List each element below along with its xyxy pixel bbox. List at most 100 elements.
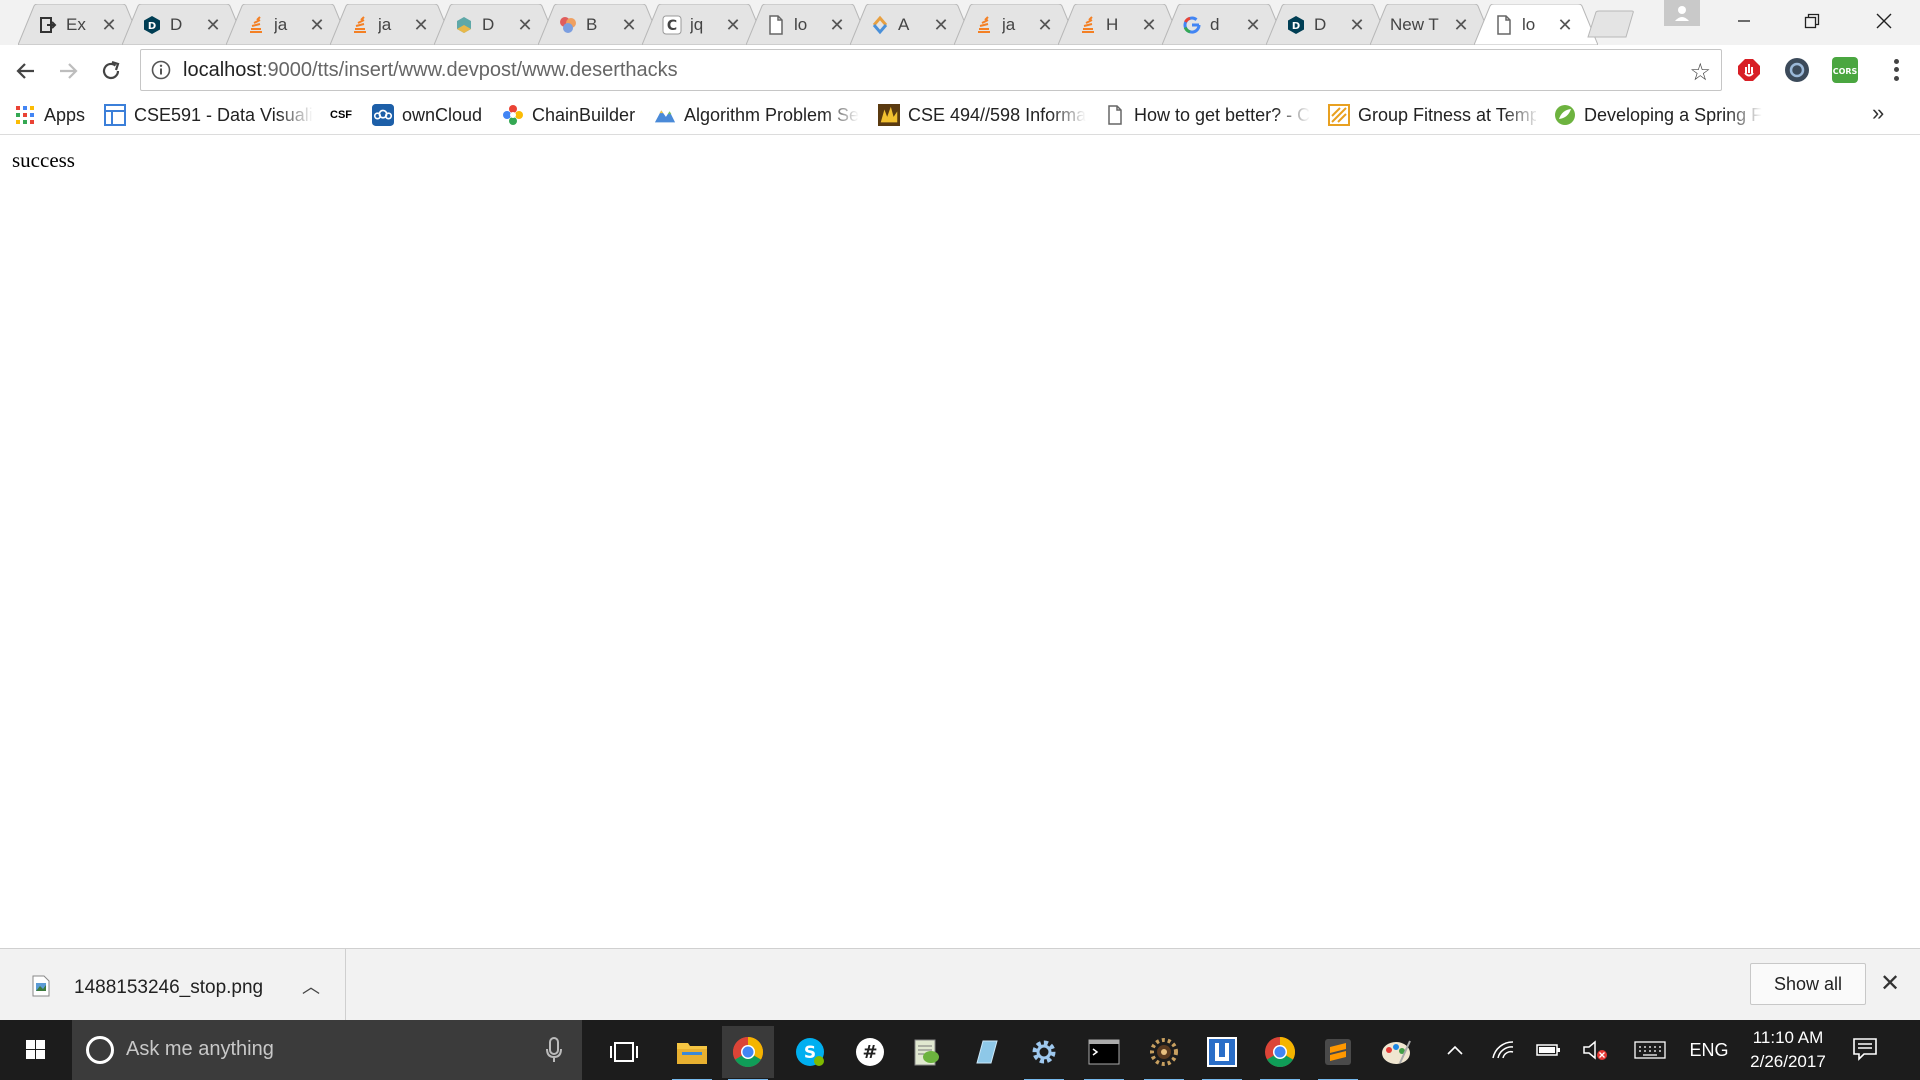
close-tab-icon[interactable]: ✕: [1348, 15, 1366, 36]
action-center-icon[interactable]: [1852, 1036, 1878, 1062]
chrome-secondary-icon[interactable]: [1254, 1026, 1306, 1080]
close-tab-icon[interactable]: ✕: [620, 15, 638, 36]
bookmark-owncloud[interactable]: ownCloud: [372, 101, 482, 129]
cse-icon: [878, 104, 900, 126]
tab-4[interactable]: D ✕: [434, 4, 558, 45]
close-tab-icon[interactable]: ✕: [828, 15, 846, 36]
windows-start-icon[interactable]: [14, 1034, 56, 1066]
devpost-icon: D: [1286, 15, 1306, 35]
blueprint-app-icon[interactable]: [960, 1026, 1012, 1078]
close-tab-icon[interactable]: ✕: [204, 15, 222, 36]
settings-gear-icon[interactable]: [1018, 1026, 1070, 1080]
stackoverflow-icon: [350, 15, 370, 35]
tab-6[interactable]: C jq ✕: [642, 4, 766, 45]
url-path: :9000/tts/insert/www.devpost/www.deserth…: [261, 59, 678, 81]
terminal-icon[interactable]: [1078, 1026, 1130, 1080]
tab-7[interactable]: lo ✕: [746, 4, 870, 45]
new-tab-button[interactable]: [1586, 10, 1636, 38]
battery-icon[interactable]: [1534, 1036, 1564, 1064]
cortana-icon: [86, 1036, 114, 1064]
bookmark-cse591[interactable]: CSE591 - Data Visuali: [104, 101, 314, 129]
volume-muted-icon[interactable]: [1580, 1036, 1610, 1064]
cors-extension-icon[interactable]: CORS: [1832, 57, 1858, 83]
cortana-search-box[interactable]: Ask me anything: [72, 1020, 582, 1080]
wifi-icon[interactable]: [1488, 1036, 1518, 1064]
minimize-button[interactable]: [1710, 0, 1778, 42]
forward-arrow-icon: [60, 63, 78, 79]
tab-0[interactable]: Ex ✕: [18, 4, 142, 45]
paint-icon[interactable]: [1370, 1026, 1422, 1078]
bookmark-group-fitness[interactable]: Group Fitness at Temp: [1328, 101, 1536, 129]
keyboard-icon[interactable]: [1632, 1036, 1668, 1064]
tab-11[interactable]: d ✕: [1162, 4, 1286, 45]
close-tab-icon[interactable]: ✕: [724, 15, 742, 36]
tab-12[interactable]: D D ✕: [1266, 4, 1390, 45]
chrome-menu-button[interactable]: [1884, 57, 1908, 83]
chrome-icon[interactable]: [722, 1026, 774, 1080]
file-explorer-icon[interactable]: [666, 1026, 718, 1080]
tab-14-active[interactable]: lo ✕: [1474, 4, 1598, 45]
tab-2[interactable]: ja ✕: [226, 4, 350, 45]
address-bar[interactable]: localhost:9000/tts/insert/www.devpost/ww…: [140, 49, 1722, 91]
bookmark-algorithm[interactable]: Algorithm Problem Se: [654, 101, 860, 129]
bookmark-developing-spring[interactable]: Developing a Spring F: [1554, 101, 1764, 129]
close-tab-icon[interactable]: ✕: [1556, 15, 1574, 36]
microphone-icon[interactable]: [544, 1036, 564, 1064]
download-item[interactable]: 1488153246_stop.png ︿: [0, 949, 346, 1021]
forward-button[interactable]: [52, 55, 84, 87]
close-window-button[interactable]: [1850, 0, 1918, 42]
close-shelf-icon[interactable]: ✕: [1880, 969, 1900, 998]
image-file-icon: [32, 975, 50, 997]
more-bookmarks-icon[interactable]: »: [1872, 100, 1884, 126]
bookmark-label: CSE 494//598 Informa: [908, 104, 1087, 125]
adblock-extension-icon[interactable]: [1736, 57, 1762, 83]
intellij-icon[interactable]: [1196, 1026, 1248, 1080]
reload-button[interactable]: [95, 55, 127, 87]
notepad-plus-icon[interactable]: [900, 1026, 952, 1078]
back-button[interactable]: [10, 55, 42, 87]
close-tab-icon[interactable]: ✕: [308, 15, 326, 36]
profile-button[interactable]: [1664, 0, 1700, 26]
close-tab-icon[interactable]: ✕: [100, 15, 118, 36]
system-clock[interactable]: 11:10 AM 2/26/2017: [1740, 1026, 1836, 1074]
slack-icon[interactable]: #: [844, 1026, 896, 1078]
restore-button[interactable]: [1778, 0, 1846, 42]
bookmark-chainbuilder[interactable]: ChainBuilder: [502, 101, 635, 129]
bookmark-cse494[interactable]: CSE 494//598 Informa: [878, 101, 1088, 129]
csf-icon: CSF: [330, 109, 352, 121]
close-tab-icon[interactable]: ✕: [1452, 15, 1470, 36]
close-tab-icon[interactable]: ✕: [932, 15, 950, 36]
url-text[interactable]: localhost:9000/tts/insert/www.devpost/ww…: [183, 59, 678, 82]
close-tab-icon[interactable]: ✕: [412, 15, 430, 36]
close-tab-icon[interactable]: ✕: [1244, 15, 1262, 36]
sublime-text-icon[interactable]: [1312, 1026, 1364, 1080]
close-tab-icon[interactable]: ✕: [516, 15, 534, 36]
task-view-icon[interactable]: [598, 1026, 650, 1078]
language-indicator[interactable]: ENG: [1686, 1036, 1732, 1064]
response-text: success: [12, 148, 75, 172]
tab-5[interactable]: B ✕: [538, 4, 662, 45]
bookmark-label: CSE591 - Data Visuali: [134, 104, 313, 125]
info-icon[interactable]: [151, 60, 171, 80]
tab-title: A: [898, 14, 910, 34]
tab-8[interactable]: A ✕: [850, 4, 974, 45]
bookmark-how-to-get-better[interactable]: How to get better? - C: [1104, 101, 1310, 129]
chevron-up-icon[interactable]: ︿: [302, 973, 320, 999]
vpn-extension-icon[interactable]: [1784, 57, 1810, 83]
bookmark-csf[interactable]: CSF: [326, 101, 364, 129]
dev-tool-gear-icon[interactable]: [1138, 1026, 1190, 1080]
tab-title: D: [482, 14, 495, 34]
tab-10[interactable]: H ✕: [1058, 4, 1182, 45]
tab-13[interactable]: New T ✕: [1370, 4, 1494, 45]
tab-1[interactable]: D D ✕: [122, 4, 246, 45]
bookmark-apps[interactable]: Apps: [14, 101, 85, 129]
close-tab-icon[interactable]: ✕: [1140, 15, 1158, 36]
show-hidden-icons-chevron-icon[interactable]: [1440, 1036, 1470, 1064]
tab-3[interactable]: ja ✕: [330, 4, 454, 45]
bookmark-label: Group Fitness at Temp: [1358, 104, 1536, 125]
bookmark-star-icon[interactable]: ☆: [1689, 58, 1711, 87]
close-tab-icon[interactable]: ✕: [1036, 15, 1054, 36]
tab-9[interactable]: ja ✕: [954, 4, 1078, 45]
skype-icon[interactable]: S: [784, 1026, 836, 1078]
show-all-downloads-button[interactable]: Show all: [1750, 963, 1866, 1005]
